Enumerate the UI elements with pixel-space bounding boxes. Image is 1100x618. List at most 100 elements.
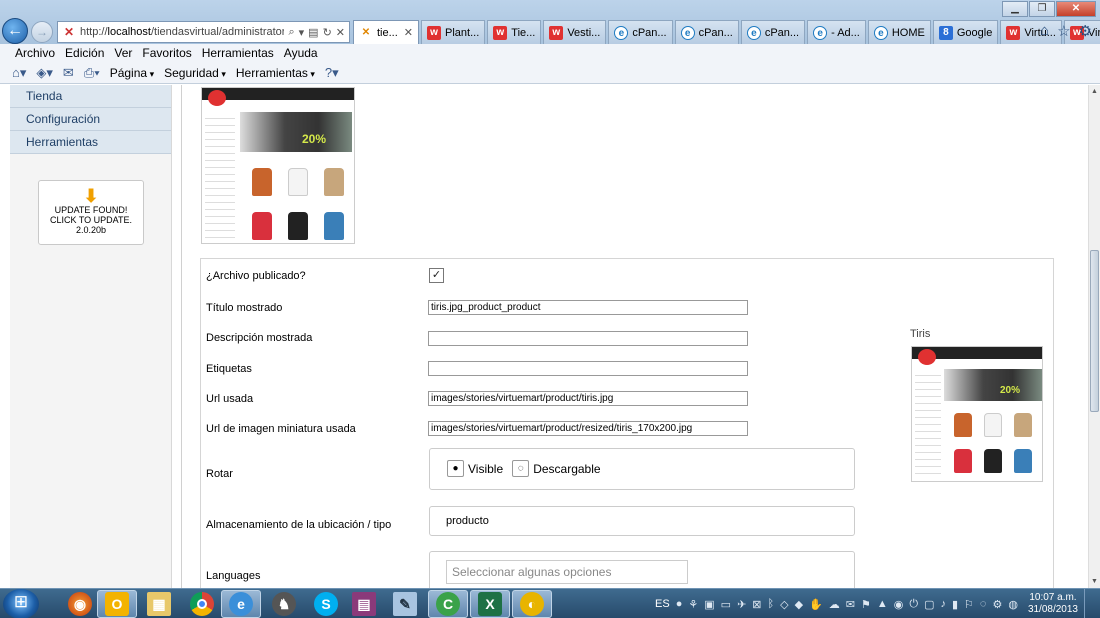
address-bar[interactable]: ✕ http://localhost/tiendasvirtual/admini… — [57, 21, 350, 43]
outlook-taskbar-icon[interactable]: O — [97, 590, 137, 618]
settings-gear-icon[interactable]: ⚙ — [1079, 22, 1092, 40]
thumb-url-input[interactable]: images/stories/virtuemart/product/resize… — [428, 421, 748, 436]
explorer-folder-taskbar-icon[interactable]: ▦ — [139, 590, 179, 618]
tray-icon-gear[interactable]: ⚙ — [992, 598, 1002, 611]
browser-tab[interactable]: e- Ad... — [807, 20, 866, 44]
chrome-taskbar-icon[interactable] — [182, 590, 222, 618]
speaker-icon[interactable]: ♪ — [940, 598, 946, 610]
internet-explorer-taskbar-icon[interactable]: e — [221, 590, 261, 618]
languages-select[interactable]: Seleccionar algunas opciones — [446, 560, 688, 584]
thumb-shirt — [324, 168, 344, 196]
tray-icon-cloud[interactable]: ☁ — [829, 598, 840, 611]
forward-button[interactable]: → — [31, 21, 53, 43]
description-input[interactable] — [428, 331, 748, 346]
menu-item[interactable]: Archivo — [10, 46, 60, 60]
tray-icon-mail[interactable]: ✉ — [846, 598, 855, 611]
tray-icon-alert[interactable]: ◆ — [795, 598, 803, 611]
tray-icon-network-app[interactable]: ⚘ — [688, 598, 698, 611]
notepad-taskbar-icon[interactable]: ✎ — [385, 590, 425, 618]
published-checkbox[interactable]: ✓ — [429, 268, 444, 283]
search-icon[interactable]: ⌕ — [288, 26, 294, 39]
browser-tab[interactable]: e cPan... — [740, 20, 806, 44]
clock-date: 31/08/2013 — [1027, 604, 1078, 615]
refresh-icon[interactable]: ↻ — [323, 26, 332, 39]
skype-taskbar-icon[interactable]: S — [306, 590, 346, 618]
media-taskbar-icon[interactable]: ◐ — [512, 590, 552, 618]
restore-button[interactable]: ❐ — [1029, 1, 1055, 17]
system-clock[interactable]: 10:07 a.m. 31/08/2013 — [1028, 592, 1078, 616]
browser-tab[interactable]: w Tie... — [487, 20, 542, 44]
tools-menu[interactable]: Herramientas — [236, 66, 315, 80]
browser-tab[interactable]: e HOME — [867, 20, 931, 44]
scroll-down-arrow-icon[interactable]: ▼ — [1089, 576, 1100, 587]
tray-icon-usb[interactable]: ▢ — [924, 598, 934, 611]
close-window-button[interactable]: ✕ — [1056, 1, 1096, 17]
winrar-taskbar-icon[interactable]: ▤ — [344, 590, 384, 618]
mail-icon[interactable]: ✉ — [63, 65, 74, 81]
firefox-taskbar-icon[interactable]: ◉ — [60, 590, 100, 618]
browser-tab[interactable]: w Plant... — [421, 20, 486, 44]
menu-item[interactable]: Ver — [109, 46, 137, 60]
security-menu[interactable]: Seguridad — [164, 66, 226, 80]
url-input[interactable]: images/stories/virtuemart/product/tiris.… — [428, 391, 748, 406]
menu-item[interactable]: Favoritos — [137, 46, 196, 60]
bluetooth-icon[interactable]: ᛒ — [768, 598, 775, 610]
tags-input[interactable] — [428, 361, 748, 376]
title-input[interactable]: tiris.jpg_product_product — [428, 300, 748, 315]
address-url[interactable]: http://localhost/tiendasvirtual/administ… — [80, 26, 284, 38]
menu-item[interactable]: Ayuda — [279, 46, 323, 60]
tray-icon-orange[interactable]: ◉ — [894, 598, 904, 611]
dropdown-icon[interactable]: ▾ — [299, 26, 305, 39]
sidebar-item-herramientas[interactable]: Herramientas — [10, 131, 171, 154]
compat-view-icon[interactable]: ▤ — [308, 26, 318, 39]
browser-tab[interactable]: e cPan... — [674, 20, 739, 44]
action-center-flag-icon[interactable]: ⚐ — [964, 598, 974, 611]
camtasia-taskbar-icon[interactable]: C — [428, 590, 468, 618]
menu-item[interactable]: Herramientas — [197, 46, 279, 60]
tray-icon-power[interactable]: ⏻ — [909, 598, 918, 611]
update-notice-button[interactable]: ⬇ UPDATE FOUND! CLICK TO UPDATE. 2.0.20b — [38, 180, 144, 245]
start-button[interactable] — [3, 589, 39, 618]
tray-icon-bird[interactable]: ✈ — [737, 598, 746, 611]
show-desktop-button[interactable] — [1084, 589, 1094, 618]
tray-icon-nvidia[interactable]: ▲ — [877, 598, 888, 610]
browser-tab[interactable]: 8 Google — [932, 20, 999, 44]
excel-taskbar-icon[interactable]: X — [470, 590, 510, 618]
tray-icon-monitor[interactable]: ▭ — [721, 598, 731, 611]
favorites-star-icon[interactable]: ☆ — [1057, 22, 1070, 40]
sidebar-item-configuracion[interactable]: Configuración — [10, 108, 171, 131]
scroll-up-arrow-icon[interactable]: ▲ — [1089, 86, 1100, 97]
tray-icon-display[interactable]: ▣ — [704, 598, 714, 611]
browser-tab[interactable]: ✕ tie... ✕ — [353, 20, 420, 44]
tray-icon-hand[interactable]: ✋ — [809, 598, 823, 611]
language-indicator[interactable]: ES — [655, 598, 670, 610]
home-icon[interactable]: ⌂ — [1040, 22, 1049, 40]
tray-icon-flag[interactable]: ⚑ — [861, 598, 871, 611]
back-button[interactable]: ← — [2, 18, 28, 44]
browser-tab[interactable]: e cPan... — [608, 20, 673, 44]
radio-downloadable[interactable]: ◌ — [512, 460, 530, 477]
tray-icon-app-x[interactable]: ⊠ — [752, 598, 761, 611]
close-tab-icon[interactable]: ✕ — [404, 26, 413, 39]
radio-visible[interactable]: ● — [447, 460, 464, 477]
menu-item[interactable]: Edición — [60, 46, 109, 60]
vertical-scrollbar[interactable]: ▲ ▼ — [1088, 85, 1100, 588]
stop-icon[interactable]: ✕ — [336, 26, 345, 39]
game-taskbar-icon[interactable]: ♞ — [264, 590, 304, 618]
print-icon[interactable]: ⎙▾ — [84, 65, 100, 81]
joomla-icon: ✕ — [359, 25, 373, 40]
home-icon[interactable]: ⌂▾ — [12, 65, 26, 81]
tray-icon-globe[interactable]: ◍ — [1008, 598, 1018, 611]
help-icon[interactable]: ?▾ — [325, 65, 339, 81]
tray-icon-dropbox[interactable]: ◇ — [780, 598, 788, 611]
product-image-thumbnail[interactable]: 20% — [201, 87, 355, 244]
tray-icon-antivirus[interactable]: ● — [676, 598, 683, 610]
tray-icon-chat[interactable]: ◌ — [980, 598, 987, 610]
sidebar-item-tienda[interactable]: Tienda — [10, 85, 171, 108]
network-signal-icon[interactable]: ▮ — [952, 598, 958, 611]
minimize-button[interactable]: ▁ — [1002, 1, 1028, 17]
feeds-icon[interactable]: ◈▾ — [36, 65, 53, 81]
scrollbar-thumb[interactable] — [1090, 250, 1099, 412]
page-menu[interactable]: Página — [110, 66, 154, 80]
browser-tab[interactable]: w Vesti... — [543, 20, 607, 44]
